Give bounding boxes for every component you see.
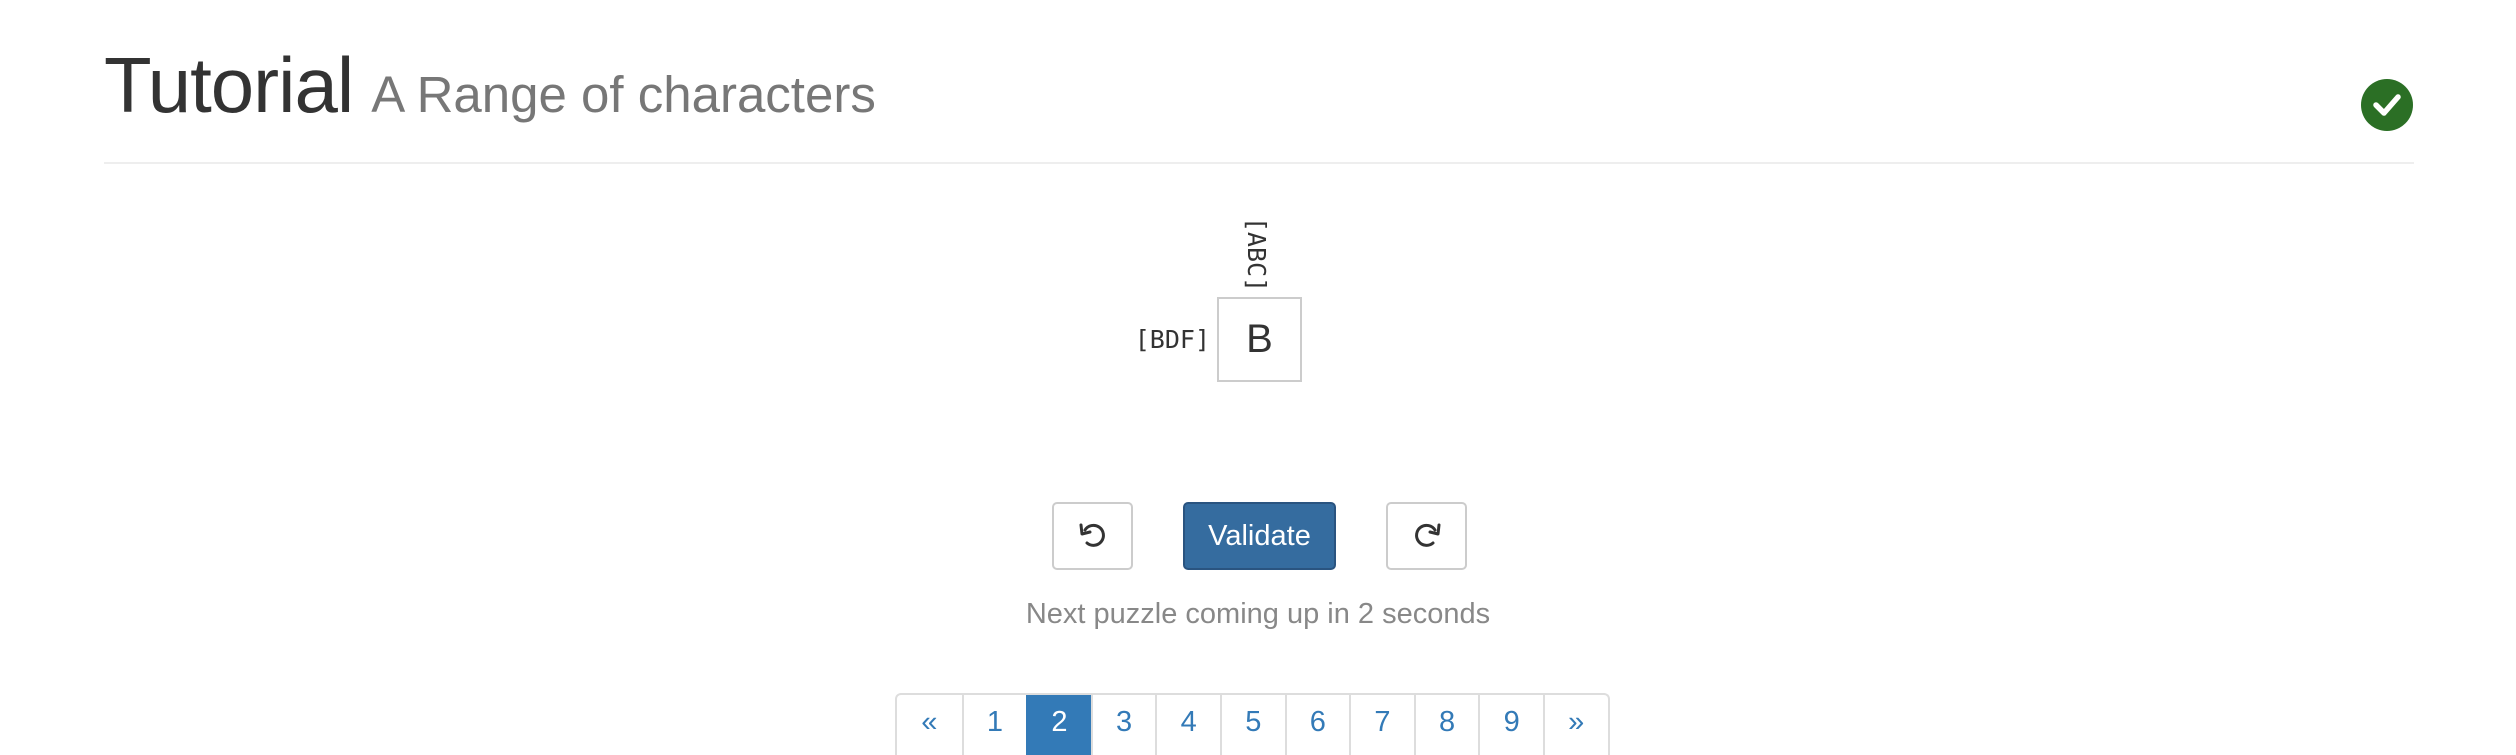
- check-circle-icon: [2361, 79, 2413, 131]
- redo-button[interactable]: [1386, 502, 1467, 570]
- page-link-3[interactable]: 3: [1090, 695, 1156, 755]
- page-link-8[interactable]: 8: [1413, 695, 1479, 755]
- validate-label: Validate: [1208, 519, 1311, 552]
- undo-button[interactable]: [1052, 502, 1133, 570]
- puzzle-pagination: « 1 2 3 4 5 6 7 8 9 »: [895, 693, 1610, 755]
- status-message: Next puzzle coming up in 2 seconds: [1025, 598, 1491, 630]
- pagination-prev[interactable]: «: [897, 695, 962, 755]
- page-header: Tutorial A Range of characters: [104, 40, 2414, 164]
- page-link-1[interactable]: 1: [961, 695, 1027, 755]
- page-link-6[interactable]: 6: [1284, 695, 1350, 755]
- page-title: Tutorial A Range of characters: [104, 40, 876, 140]
- row-clue: [BDF]: [1134, 325, 1210, 354]
- column-clue-text: [ABC]: [1242, 216, 1272, 292]
- page-subtitle: A Range of characters: [371, 66, 876, 123]
- page-link-5[interactable]: 5: [1219, 695, 1285, 755]
- title-text: Tutorial: [104, 41, 354, 129]
- redo-icon: [1414, 523, 1440, 547]
- column-clue: [ABC]: [1232, 216, 1282, 292]
- undo-icon: [1079, 523, 1105, 547]
- page-link-2[interactable]: 2: [1026, 695, 1091, 755]
- page-link-9[interactable]: 9: [1478, 695, 1543, 755]
- page-link-4[interactable]: 4: [1155, 695, 1220, 755]
- validate-button[interactable]: Validate: [1183, 502, 1336, 570]
- page-link-7[interactable]: 7: [1349, 695, 1414, 755]
- grid-cell[interactable]: B: [1217, 297, 1302, 382]
- cell-value: B: [1246, 317, 1273, 361]
- pagination-next[interactable]: »: [1542, 695, 1608, 755]
